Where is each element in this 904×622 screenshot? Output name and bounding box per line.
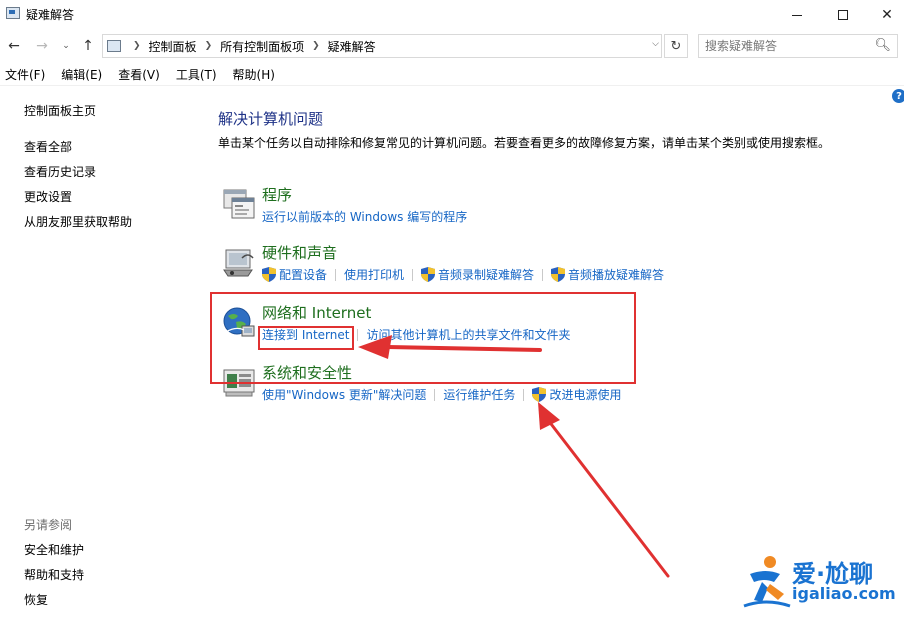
configure-device-link[interactable]: 配置设备	[279, 266, 327, 283]
navigation-bar: ← → ⌄ ↑ ❯ 控制面板 ❯ 所有控制面板项 ❯ 疑难解答 ⌵ ↻ 🔍︎	[0, 30, 904, 62]
window-title: 疑难解答	[26, 8, 75, 22]
link-separator	[434, 388, 436, 401]
chevron-right-icon: ❯	[204, 41, 213, 51]
windows-update-troubleshoot-link[interactable]: 使用"Windows 更新"解决问题	[262, 386, 426, 403]
search-input[interactable]	[699, 35, 869, 57]
view-all-link[interactable]: 查看全部	[24, 138, 72, 155]
menu-edit[interactable]: 编辑(E)	[55, 64, 108, 86]
up-button[interactable]: ↑	[78, 36, 98, 56]
menu-bar: 文件(F) 编辑(E) 查看(V) 工具(T) 帮助(H)	[0, 64, 904, 86]
menu-view[interactable]: 查看(V)	[112, 64, 166, 86]
programs-icon	[223, 189, 255, 219]
link-separator	[542, 268, 544, 281]
category-links-system-security: 使用"Windows 更新"解决问题 运行维护任务 改进电源使用	[262, 386, 621, 403]
chevron-right-icon: ❯	[133, 41, 141, 51]
audio-playback-troubleshoot-link[interactable]: 音频播放疑难解答	[568, 266, 664, 283]
watermark: 爱·尬聊 igaliao.com	[740, 552, 900, 612]
menu-help[interactable]: 帮助(H)	[227, 64, 281, 86]
view-history-link[interactable]: 查看历史记录	[24, 163, 96, 180]
category-heading-hardware-sound[interactable]: 硬件和声音	[262, 242, 337, 263]
uac-shield-icon	[551, 267, 566, 282]
chevron-down-icon: ⌄	[62, 41, 70, 51]
close-button[interactable]: ✕	[864, 0, 904, 30]
recent-locations-button[interactable]: ⌄	[56, 36, 76, 56]
security-maintenance-link[interactable]: 安全和维护	[24, 541, 84, 558]
uac-shield-icon	[262, 267, 276, 282]
chevron-right-icon: ❯	[312, 41, 320, 51]
link-separator	[523, 388, 525, 401]
link-separator	[412, 268, 414, 281]
improve-power-usage-link[interactable]: 改进电源使用	[549, 386, 621, 403]
help-support-link[interactable]: 帮助和支持	[24, 566, 84, 583]
back-arrow-icon: ←	[8, 38, 20, 54]
search-box[interactable]: 🔍︎	[698, 34, 898, 58]
link-separator	[335, 268, 337, 281]
breadcrumb-troubleshooting[interactable]: 疑难解答	[328, 38, 376, 55]
page-description: 单击某个任务以自动排除和修复常见的计算机问题。若要查看更多的故障修复方案，请单击…	[218, 136, 831, 150]
refresh-icon: ↻	[670, 38, 682, 54]
title-bar: 疑难解答 ✕	[0, 0, 904, 30]
change-settings-link[interactable]: 更改设置	[24, 188, 72, 205]
category-links-hardware-sound: 配置设备 使用打印机 音频录制疑难解答 音频播放疑难解答	[262, 266, 664, 283]
address-bar[interactable]: ❯ 控制面板 ❯ 所有控制面板项 ❯ 疑难解答 ⌵	[102, 34, 662, 58]
hardware-sound-icon	[223, 249, 254, 277]
get-help-from-friend-link[interactable]: 从朋友那里获取帮助	[24, 213, 132, 230]
up-arrow-icon: ↑	[82, 38, 94, 54]
forward-button[interactable]: →	[32, 36, 52, 56]
left-pane: 控制面板主页 查看全部 查看历史记录 更改设置 从朋友那里获取帮助 另请参阅 安…	[0, 86, 200, 622]
watermark-url: igaliao.com	[792, 584, 896, 603]
breadcrumb-control-panel[interactable]: 控制面板	[149, 38, 197, 55]
menu-file[interactable]: 文件(F)	[0, 64, 51, 86]
control-panel-icon	[107, 40, 121, 52]
minimize-button[interactable]	[774, 0, 820, 30]
minimize-icon	[792, 14, 802, 16]
breadcrumb-all-items[interactable]: 所有控制面板项	[220, 38, 304, 55]
uac-shield-icon	[421, 267, 436, 282]
see-also-heading: 另请参阅	[24, 518, 73, 532]
audio-recording-troubleshoot-link[interactable]: 音频录制疑难解答	[438, 266, 534, 283]
maximize-icon	[838, 10, 848, 20]
back-button[interactable]: ←	[4, 36, 24, 56]
search-icon[interactable]: 🔍︎	[874, 38, 891, 53]
help-icon[interactable]: ?	[892, 89, 904, 103]
recovery-link[interactable]: 恢复	[24, 591, 48, 608]
category-links-programs: 运行以前版本的 Windows 编写的程序	[262, 208, 467, 225]
run-old-programs-link[interactable]: 运行以前版本的 Windows 编写的程序	[262, 208, 467, 225]
maximize-button[interactable]	[820, 0, 866, 30]
control-panel-icon	[6, 7, 20, 19]
use-printer-link[interactable]: 使用打印机	[344, 266, 404, 283]
refresh-button[interactable]: ↻	[664, 34, 688, 58]
close-icon: ✕	[881, 7, 893, 23]
forward-arrow-icon: →	[36, 38, 48, 54]
control-panel-home-link[interactable]: 控制面板主页	[24, 102, 96, 119]
page-title: 解决计算机问题	[218, 110, 324, 128]
run-maintenance-link[interactable]: 运行维护任务	[443, 386, 515, 403]
uac-shield-icon	[532, 387, 547, 402]
menu-tools[interactable]: 工具(T)	[170, 64, 223, 86]
annotation-highlight-box-link	[258, 326, 354, 350]
address-dropdown-icon[interactable]: ⌵	[652, 39, 659, 49]
runner-logo-icon	[743, 556, 791, 608]
category-heading-programs[interactable]: 程序	[262, 184, 292, 205]
